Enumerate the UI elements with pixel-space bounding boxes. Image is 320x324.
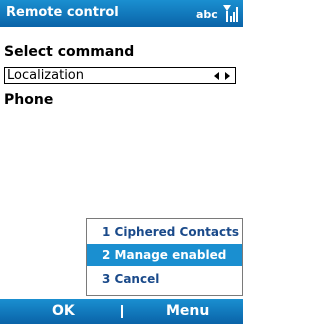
signal-strength-icon bbox=[223, 5, 238, 22]
menu-item-ciphered-contacts[interactable]: 1 Ciphered Contacts bbox=[87, 221, 242, 243]
window-title: Remote control bbox=[6, 5, 119, 20]
menu-item-cancel[interactable]: 3 Cancel bbox=[87, 268, 242, 290]
picker-value: Localization bbox=[7, 68, 84, 83]
menu-item-manage-enabled-users[interactable]: 2 Manage enabled users bbox=[87, 244, 242, 276]
title-bar: Remote control abc bbox=[0, 0, 243, 27]
menu-item-label: 3 Cancel bbox=[102, 272, 160, 286]
menu-softkey[interactable]: Menu bbox=[166, 303, 209, 319]
select-command-label: Select command bbox=[4, 44, 135, 60]
phone-label: Phone bbox=[4, 92, 54, 108]
input-mode-indicator: abc bbox=[196, 8, 218, 21]
softkey-bar: OK Menu bbox=[0, 299, 243, 324]
ok-softkey[interactable]: OK bbox=[52, 303, 75, 319]
left-right-arrows-icon[interactable] bbox=[214, 72, 230, 80]
command-picker[interactable]: Localization bbox=[4, 67, 236, 84]
softkey-divider bbox=[121, 305, 123, 318]
popup-menu: 1 Ciphered Contacts 2 Manage enabled use… bbox=[86, 218, 243, 296]
menu-item-label: 1 Ciphered Contacts bbox=[102, 225, 239, 239]
